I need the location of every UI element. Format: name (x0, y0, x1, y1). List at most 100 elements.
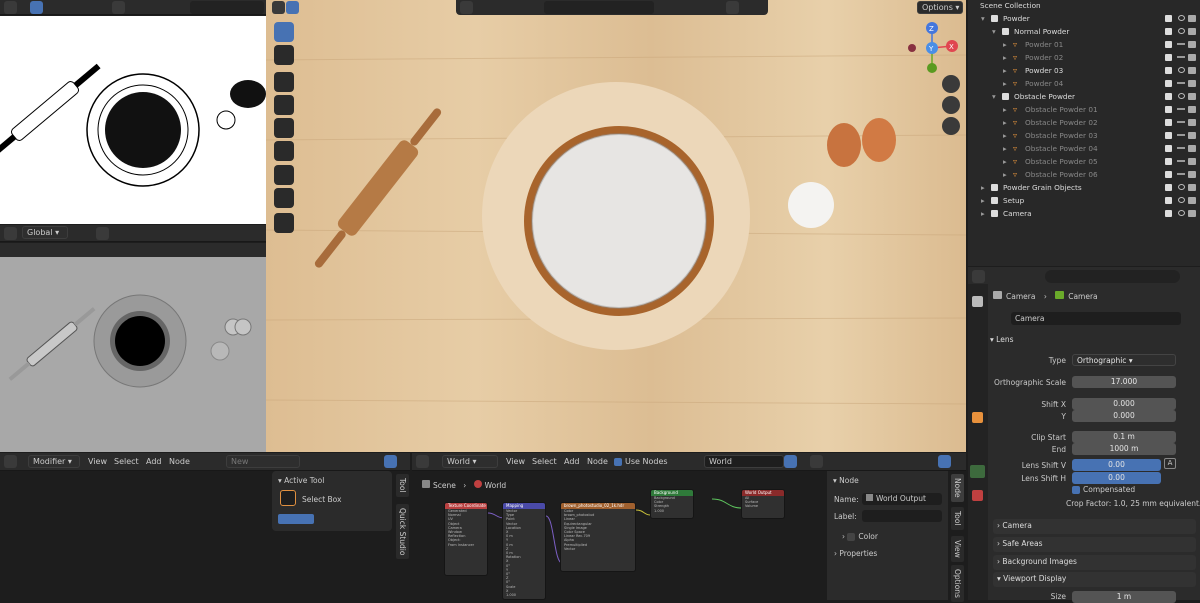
color-subpanel[interactable]: › Color (842, 532, 878, 541)
white-render-view[interactable] (0, 16, 266, 224)
render-camera-icon[interactable] (1188, 210, 1196, 217)
field-value[interactable]: 0.000 (1072, 410, 1176, 422)
expand-arrow[interactable]: ▸ (1003, 105, 1007, 114)
overlay-icon[interactable] (384, 455, 397, 468)
select-box-tool[interactable] (274, 22, 294, 42)
outliner-row[interactable]: ▾ Normal Powder (968, 26, 1200, 39)
measure-tool[interactable] (274, 188, 294, 208)
exclude-checkbox[interactable] (1165, 210, 1172, 217)
node-world-output[interactable]: World Output All Surface Volume (741, 489, 785, 519)
outliner-row[interactable]: ▸ Setup (968, 195, 1200, 208)
expand-arrow[interactable]: ▾ (992, 27, 996, 36)
exclude-checkbox[interactable] (1165, 119, 1172, 126)
exclude-checkbox[interactable] (1165, 93, 1172, 100)
search-icon[interactable] (190, 1, 264, 14)
eye-closed-icon[interactable] (1177, 108, 1185, 110)
rotate-tool[interactable] (274, 95, 294, 115)
eye-closed-icon[interactable] (1177, 173, 1185, 175)
section-viewport-display[interactable]: ▾ Viewport Display (993, 572, 1196, 587)
render-camera-icon[interactable] (1188, 15, 1196, 22)
active-tool-title[interactable]: ▾ Active Tool (278, 476, 324, 485)
editor-type-icon[interactable] (272, 1, 285, 14)
tab-node[interactable]: Node (951, 474, 964, 502)
eye-closed-icon[interactable] (1177, 43, 1185, 45)
field-value[interactable]: 17.000 (1072, 376, 1176, 388)
field-value[interactable]: Orthographic ▾ (1072, 354, 1176, 366)
exclude-checkbox[interactable] (1165, 171, 1172, 178)
field-value[interactable]: 0.00 (1072, 472, 1161, 484)
eye-closed-icon[interactable] (1177, 82, 1185, 84)
select-box-icon[interactable] (280, 490, 296, 506)
field-value[interactable]: 0.000 (1072, 398, 1176, 410)
expand-arrow[interactable]: ▸ (1003, 40, 1007, 49)
exclude-checkbox[interactable] (1165, 132, 1172, 139)
camera-view-icon[interactable] (942, 117, 960, 135)
node-texture-coordinate[interactable]: Texture Coordinate Generated Normal UV Objec… (444, 502, 488, 576)
expand-arrow[interactable]: ▸ (1003, 144, 1007, 153)
options-dropdown[interactable]: Options ▾ (917, 1, 963, 14)
exclude-checkbox[interactable] (1165, 67, 1172, 74)
eye-icon[interactable] (1178, 28, 1185, 34)
exclude-checkbox[interactable] (1165, 80, 1172, 87)
exclude-checkbox[interactable] (1165, 106, 1172, 113)
outliner-row[interactable]: ▾ Powder (968, 13, 1200, 26)
color-checkbox[interactable] (847, 533, 856, 541)
outliner-row[interactable]: ▸ ▿ Powder 04 (968, 78, 1200, 91)
expand-arrow[interactable]: ▸ (981, 209, 985, 218)
eye-closed-icon[interactable] (1177, 56, 1185, 58)
section-safe-areas[interactable]: › Safe Areas (993, 537, 1196, 552)
eye-icon[interactable] (1178, 184, 1185, 190)
modifier-dropdown[interactable]: Modifier ▾ (28, 455, 80, 468)
tab-options[interactable]: Options (951, 565, 964, 602)
outliner-row[interactable]: ▸ ▿ Obstacle Powder 01 (968, 104, 1200, 117)
render-camera-icon[interactable] (1188, 106, 1196, 113)
tab-camera-data-icon[interactable] (970, 465, 985, 478)
field-value[interactable]: 0.1 m (1072, 431, 1176, 443)
section-background-images[interactable]: › Background Images (993, 555, 1196, 570)
lens-panel-header[interactable]: ▾ Lens (990, 335, 1013, 344)
select-mode-icon[interactable] (286, 1, 299, 14)
tab-render-icon[interactable] (972, 296, 983, 307)
viewport-overlay-icon[interactable] (460, 1, 473, 14)
expand-arrow[interactable]: ▸ (1003, 118, 1007, 127)
filter-icon[interactable] (726, 1, 739, 14)
search-icon[interactable] (544, 1, 654, 14)
move-tool[interactable] (274, 72, 294, 92)
field-value[interactable]: 1000 m (1072, 443, 1176, 455)
exclude-checkbox[interactable] (1165, 145, 1172, 152)
new-button[interactable]: New (226, 455, 300, 468)
expand-arrow[interactable]: ▾ (992, 92, 996, 101)
exclude-checkbox[interactable] (1165, 41, 1172, 48)
eye-icon[interactable] (1178, 67, 1185, 73)
render-camera-icon[interactable] (1188, 28, 1196, 35)
expand-arrow[interactable]: ▸ (1003, 79, 1007, 88)
expand-arrow[interactable]: ▸ (1003, 66, 1007, 75)
node-environment-texture[interactable]: brown_photostudio_02_1k.hdr Color brown_ph… (560, 502, 636, 572)
render-camera-icon[interactable] (1188, 67, 1196, 74)
render-camera-icon[interactable] (1188, 119, 1196, 126)
render-camera-icon[interactable] (1188, 197, 1196, 204)
node-panel-title[interactable]: ▾ Node (833, 476, 859, 485)
exclude-checkbox[interactable] (1165, 158, 1172, 165)
cursor-tool[interactable] (274, 45, 294, 65)
a-key-badge[interactable]: A (1164, 458, 1176, 469)
editor-type-icon[interactable] (4, 455, 17, 468)
outliner-row[interactable]: ▸ ▿ Obstacle Powder 05 (968, 156, 1200, 169)
scale-tool[interactable] (274, 118, 294, 138)
orientation-dropdown[interactable]: Global ▾ (22, 226, 68, 239)
node-name-field[interactable]: World Output (862, 493, 942, 505)
breadcrumb-object[interactable]: Camera (1006, 292, 1035, 301)
snap-icon[interactable] (96, 227, 109, 240)
render-camera-icon[interactable] (1188, 158, 1196, 165)
tab-quick-studio[interactable]: Quick Studio (396, 504, 409, 560)
eye-icon[interactable] (1178, 197, 1185, 203)
outliner-row[interactable]: ▸ Camera (968, 208, 1200, 221)
tab-tool[interactable]: Tool (396, 474, 409, 497)
field-value[interactable]: 0.00 (1072, 459, 1161, 471)
render-camera-icon[interactable] (1188, 171, 1196, 178)
outliner-row[interactable]: ▸ ▿ Powder 01 (968, 39, 1200, 52)
size-field[interactable]: 1 m (1072, 591, 1176, 603)
outliner-row[interactable]: ▸ ▿ Obstacle Powder 06 (968, 169, 1200, 182)
properties-subpanel[interactable]: › Properties (834, 549, 877, 558)
node-background[interactable]: Background Background Color Strength 1.000 (650, 489, 694, 519)
